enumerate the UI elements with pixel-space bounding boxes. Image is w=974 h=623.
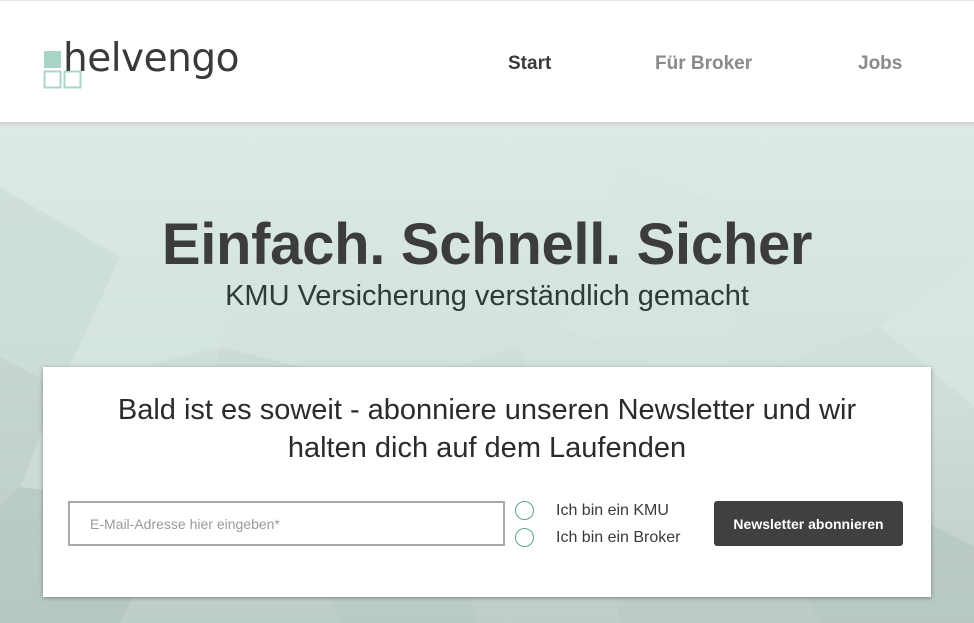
nav-start[interactable]: Start: [508, 53, 551, 75]
newsletter-card: Bald ist es soweit - abonniere unseren N…: [43, 367, 931, 597]
radio-kmu-label: Ich bin ein KMU: [556, 502, 669, 519]
hero-title: Einfach. Schnell. Sicher: [161, 212, 813, 277]
newsletter-heading-line1: Bald ist es soweit - abonniere unseren N…: [117, 394, 857, 426]
hero-subtitle: KMU Versicherung verständlich gemacht: [225, 280, 749, 312]
nav-jobs[interactable]: Jobs: [858, 53, 902, 75]
logo[interactable]: helvengo: [43, 37, 243, 93]
radio-broker-circle[interactable]: [515, 528, 534, 547]
radio-broker-label: Ich bin ein Broker: [556, 529, 681, 546]
radio-kmu-circle[interactable]: [515, 501, 534, 520]
subscribe-button[interactable]: Newsletter abonnieren: [714, 501, 903, 546]
email-input[interactable]: [68, 501, 505, 546]
newsletter-heading-line2: halten dich auf dem Laufenden: [287, 432, 687, 464]
nav-fuer-broker[interactable]: Für Broker: [655, 53, 752, 75]
newsletter-heading: Bald ist es soweit - abonniere unseren N…: [43, 391, 931, 467]
logo-text: helvengo: [63, 36, 239, 81]
site-header: helvengo Start Für Broker Jobs: [0, 0, 974, 122]
